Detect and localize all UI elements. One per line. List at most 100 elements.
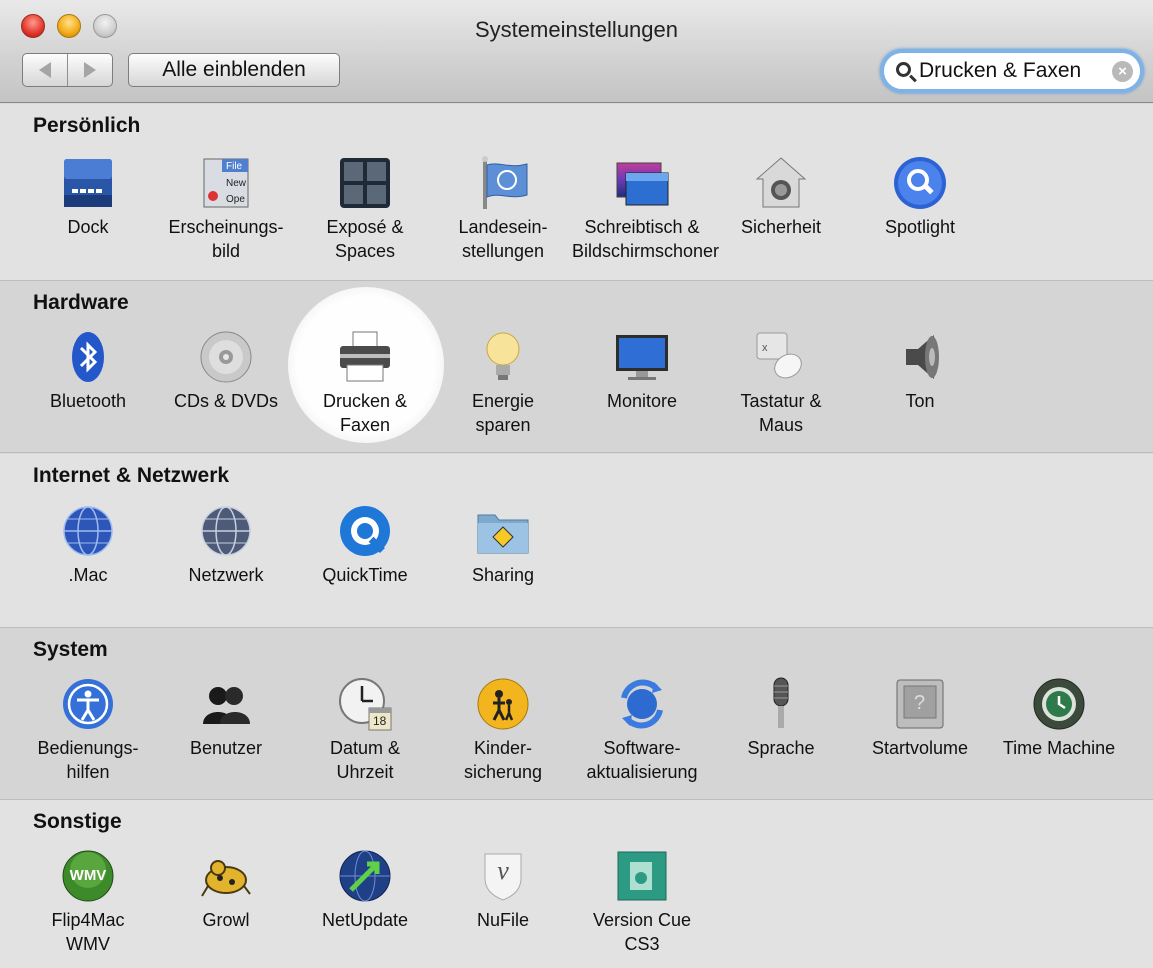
- pref-label: Version Cue CS3: [592, 910, 692, 954]
- back-arrow-icon: [39, 62, 51, 78]
- pref-label: Monitore: [606, 391, 678, 411]
- pref-accessibility[interactable]: Bedienungs- hilfen: [18, 676, 158, 784]
- mac-globe-icon: [60, 503, 116, 559]
- pref-spotlight[interactable]: Spotlight: [850, 155, 990, 239]
- pref-label: Schreibtisch & Bildschirmschoner: [572, 217, 720, 261]
- pref-bluetooth[interactable]: Bluetooth: [18, 329, 158, 413]
- show-all-button[interactable]: Alle einblenden: [128, 53, 340, 87]
- international-icon: [475, 155, 531, 211]
- pref-security[interactable]: Sicherheit: [711, 155, 851, 239]
- pref-label: Sicherheit: [740, 217, 822, 237]
- speaker-icon: [892, 329, 948, 385]
- pref-displays[interactable]: Monitore: [572, 329, 712, 413]
- users-icon: [198, 676, 254, 732]
- pref-energy-saver[interactable]: Energie sparen: [433, 329, 573, 437]
- time-machine-icon: [1031, 676, 1087, 732]
- growl-icon: [198, 848, 254, 904]
- pref-keyboard-mouse[interactable]: x Tastatur & Maus: [711, 329, 851, 437]
- pref-version-cue[interactable]: Version Cue CS3: [572, 848, 712, 956]
- forward-arrow-icon: [84, 62, 96, 78]
- pref-label: Drucken & Faxen: [322, 391, 408, 435]
- pref-expose-spaces[interactable]: Exposé & Spaces: [295, 155, 435, 263]
- pref-parental-controls[interactable]: Kinder- sicherung: [433, 676, 573, 784]
- pref-label: Spotlight: [884, 217, 956, 237]
- pref-date-time[interactable]: 18 Datum & Uhrzeit: [295, 676, 435, 784]
- monitor-icon: [614, 329, 670, 385]
- sharing-folder-icon: [475, 503, 531, 559]
- wmv-icon: WMV: [60, 848, 116, 904]
- pref-sound[interactable]: Ton: [850, 329, 990, 413]
- pref-time-machine[interactable]: Time Machine: [989, 676, 1129, 760]
- pref-label: Bluetooth: [49, 391, 127, 411]
- pref-print-fax[interactable]: Drucken & Faxen: [295, 329, 435, 437]
- pref-label: NuFile: [476, 910, 529, 930]
- pref-international[interactable]: Landesein- stellungen: [433, 155, 573, 263]
- network-globe-icon: [198, 503, 254, 559]
- pref-quicktime[interactable]: QuickTime: [295, 503, 435, 587]
- pref-label: Datum & Uhrzeit: [329, 738, 401, 782]
- pref-label: Growl: [202, 910, 250, 930]
- pref-appearance[interactable]: File New Ope Erscheinungs- bild: [156, 155, 296, 263]
- pref-growl[interactable]: Growl: [156, 848, 296, 932]
- pref-flip4mac[interactable]: WMV Flip4Mac WMV: [18, 848, 158, 956]
- pref-nufile[interactable]: v NuFile: [433, 848, 573, 932]
- pref-label: Ton: [905, 391, 935, 411]
- pref-label: Sprache: [747, 738, 815, 758]
- pref-label: Energie sparen: [471, 391, 535, 435]
- lightbulb-icon: [475, 329, 531, 385]
- pref-sharing[interactable]: Sharing: [433, 503, 573, 587]
- netupdate-icon: [337, 848, 393, 904]
- accessibility-icon: [60, 676, 116, 732]
- section-title: Internet & Netzwerk: [33, 464, 230, 487]
- version-cue-icon: [614, 848, 670, 904]
- pref-desktop-screensaver[interactable]: Schreibtisch & Bildschirmschoner: [572, 155, 720, 263]
- pref-dotmac[interactable]: .Mac: [18, 503, 158, 587]
- pref-network[interactable]: Netzwerk: [156, 503, 296, 587]
- quicktime-icon: [337, 503, 393, 559]
- dock-icon: [60, 155, 116, 211]
- bluetooth-icon: [60, 329, 116, 385]
- pref-label: Exposé & Spaces: [326, 217, 404, 261]
- nufile-badge: v: [497, 856, 509, 885]
- pref-software-update[interactable]: Software- aktualisierung: [572, 676, 712, 784]
- pref-startup-disk[interactable]: ? Startvolume: [850, 676, 990, 760]
- appearance-icon: File New Ope: [198, 155, 254, 211]
- pref-speech[interactable]: Sprache: [711, 676, 851, 760]
- cd-icon: [198, 329, 254, 385]
- pref-dock[interactable]: Dock: [18, 155, 158, 239]
- pref-label: Kinder- sicherung: [463, 738, 543, 782]
- security-icon: [753, 155, 809, 211]
- pref-label: Netzwerk: [188, 565, 264, 585]
- back-button[interactable]: [23, 54, 67, 86]
- pref-label: CDs & DVDs: [173, 391, 278, 411]
- pref-netupdate[interactable]: NetUpdate: [295, 848, 435, 932]
- pref-label: Time Machine: [1002, 738, 1116, 758]
- search-field[interactable]: ×: [880, 49, 1144, 93]
- pref-accounts[interactable]: Benutzer: [156, 676, 296, 760]
- nufile-icon: v: [475, 848, 531, 904]
- pref-label: Flip4Mac WMV: [51, 910, 125, 954]
- section-title: Persönlich: [33, 114, 141, 137]
- section-title: Sonstige: [33, 810, 122, 833]
- parental-controls-icon: [475, 676, 531, 732]
- software-update-icon: [614, 676, 670, 732]
- section-internet-network: Internet & Netzwerk .Mac Netzwerk QuickT…: [0, 454, 1153, 628]
- microphone-icon: [753, 676, 809, 732]
- window-toolbar: Systemeinstellungen Alle einblenden ×: [0, 0, 1153, 103]
- pref-label: .Mac: [68, 565, 108, 585]
- svg-text:x: x: [762, 342, 768, 354]
- pref-label: Sharing: [471, 565, 535, 585]
- clear-search-icon[interactable]: ×: [1112, 61, 1133, 82]
- section-other: Sonstige WMV Flip4Mac WMV Growl NetUpdat…: [0, 800, 1153, 968]
- keyboard-mouse-icon: x: [753, 329, 809, 385]
- pref-label: Erscheinungs- bild: [168, 217, 284, 261]
- section-title: Hardware: [33, 291, 129, 314]
- pref-cds-dvds[interactable]: CDs & DVDs: [156, 329, 296, 413]
- pref-label: Dock: [67, 217, 109, 237]
- svg-text:New: New: [226, 178, 247, 189]
- section-system: System Bedienungs- hilfen Benutzer 18 Da…: [0, 628, 1153, 800]
- expose-icon: [337, 155, 393, 211]
- forward-button[interactable]: [67, 54, 112, 86]
- section-hardware: Hardware Bluetooth CDs & DVDs Drucken & …: [0, 281, 1153, 453]
- search-input[interactable]: [919, 56, 1109, 86]
